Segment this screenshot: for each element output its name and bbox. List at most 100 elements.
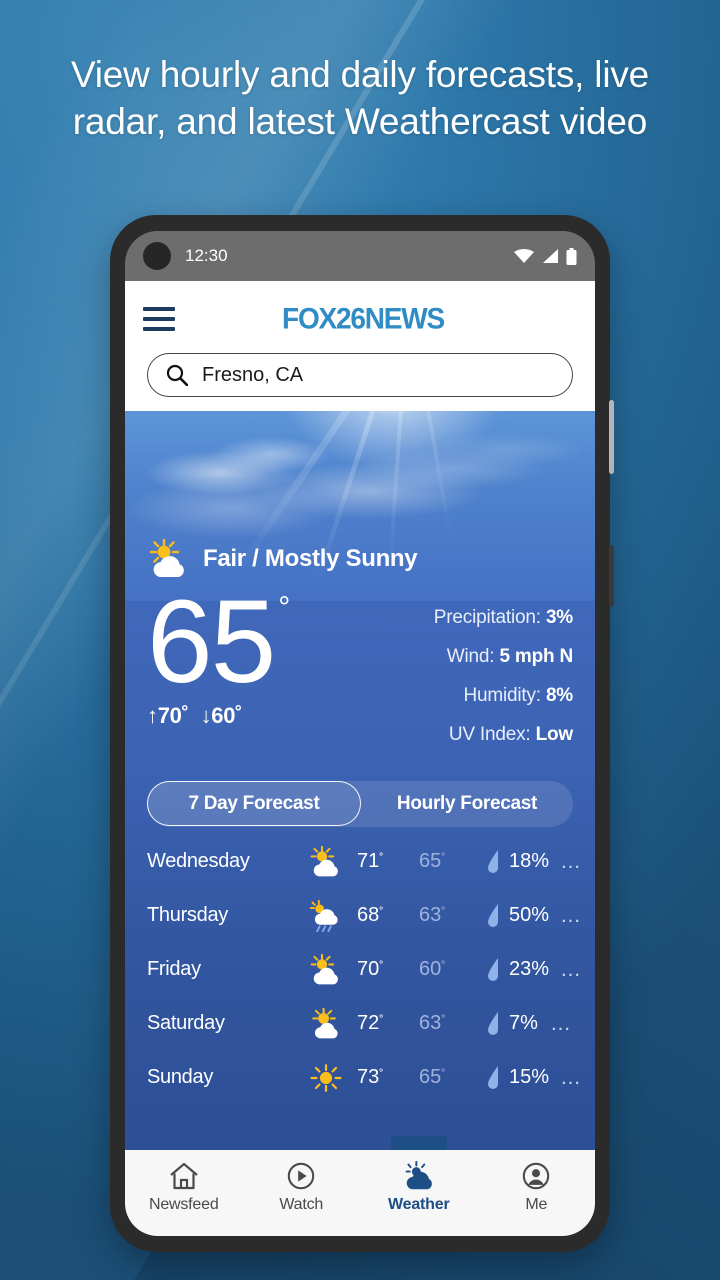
camera-cutout-icon (143, 242, 171, 270)
degree-mark: ˚ (379, 1067, 384, 1083)
degree-mark: ˚ (379, 959, 384, 975)
sun-behind-cloud-icon (310, 845, 338, 877)
tab-7-day-forecast[interactable]: 7 Day Forecast (147, 781, 361, 827)
detail-value: Low (535, 723, 574, 745)
forecast-day: Saturday (147, 1012, 225, 1035)
raindrop-icon (488, 957, 498, 981)
bottom-navigation: Newsfeed Watch Weather Me (125, 1136, 596, 1236)
nav-item-watch[interactable]: Watch (243, 1150, 361, 1214)
raindrop-icon (488, 1065, 498, 1089)
forecast-pop-value: 7% (509, 1012, 538, 1035)
forecast-low-value: 65 (419, 1066, 442, 1089)
forecast-tabs: 7 Day Forecast Hourly Forecast (147, 780, 573, 827)
forecast-low: 63˚ (419, 1012, 487, 1035)
wifi-icon (514, 249, 534, 263)
forecast-precipitation: 23% (487, 957, 549, 983)
table-row[interactable]: Friday 70˚ 60˚ 23% … (147, 943, 581, 997)
temperature-left: 65 ° ↑70˚ ↓60˚ (147, 576, 290, 729)
fox26news-logo[interactable]: FOX26NEWS (175, 302, 551, 336)
high-temperature: ↑70˚ (147, 702, 189, 728)
forecast-list: Wednesday 71˚ 65˚ 18% … Thursday 68˚ 63˚… (125, 827, 595, 1105)
sun-behind-rain-cloud-icon (309, 899, 338, 932)
row-overflow-menu[interactable]: … (549, 958, 583, 982)
account-circle-icon (523, 1162, 550, 1190)
power-button[interactable] (609, 545, 614, 607)
degree-mark: ˚ (379, 851, 384, 867)
forecast-high: 73˚ (357, 1066, 419, 1089)
degree-mark: ˚ (441, 1067, 446, 1083)
tab-hourly-forecast[interactable]: Hourly Forecast (361, 781, 573, 827)
nav-item-me[interactable]: Me (478, 1150, 596, 1214)
forecast-high: 68˚ (357, 904, 419, 927)
promo-headline: View hourly and daily forecasts, live ra… (70, 54, 650, 142)
status-time: 12:30 (185, 246, 228, 265)
forecast-precipitation: 7% (487, 1011, 539, 1037)
row-overflow-menu[interactable]: … (549, 850, 583, 874)
sun-behind-cloud-icon (312, 1007, 338, 1039)
forecast-icon (295, 899, 357, 932)
detail-precipitation: Precipitation: 3% (290, 599, 573, 638)
search-value: Fresno, CA (202, 363, 304, 386)
forecast-high: 71˚ (357, 850, 419, 873)
sun-behind-cloud-icon (149, 539, 184, 577)
forecast-low: 65˚ (419, 1066, 487, 1089)
detail-label: Humidity: (463, 684, 541, 706)
degree-mark: ˚ (379, 1013, 384, 1029)
forecast-icon (295, 1062, 357, 1094)
forecast-icon (295, 1007, 357, 1040)
app-header: FOX26NEWS Fresno, CA (125, 281, 595, 411)
forecast-low-value: 65 (419, 850, 442, 873)
table-row[interactable]: Wednesday 71˚ 65˚ 18% … (147, 835, 581, 889)
current-temperature: 65 (147, 576, 276, 708)
hamburger-menu-icon[interactable] (143, 307, 175, 331)
detail-value: 5 mph N (499, 645, 573, 667)
degree-mark: ˚ (441, 905, 446, 921)
hamburger-bar (143, 317, 175, 321)
raindrop-icon (488, 903, 498, 927)
detail-humidity: Humidity: 8% (290, 677, 573, 716)
forecast-high-value: 70 (357, 958, 380, 981)
table-row[interactable]: Thursday 68˚ 63˚ 50% … (147, 889, 581, 943)
current-details: Precipitation: 3% Wind: 5 mph N Humidity… (290, 585, 573, 755)
phone-screen: 12:30 FOX26NEWS Fresno, CA Fair / Mostly… (125, 231, 595, 1236)
nav-item-newsfeed[interactable]: Newsfeed (125, 1150, 243, 1214)
hamburger-bar (143, 327, 175, 331)
row-overflow-menu[interactable]: … (549, 904, 583, 928)
nav-item-weather[interactable]: Weather (360, 1136, 478, 1214)
table-row[interactable]: Sunday 73˚ 65˚ 15% … (147, 1051, 581, 1105)
forecast-pop-value: 18% (509, 850, 550, 873)
detail-label: Precipitation: (433, 607, 541, 628)
detail-value: 3% (545, 607, 573, 628)
sun-cloud-icon (405, 1161, 432, 1190)
table-row[interactable]: Saturday 72˚ 63˚ 7% … (147, 997, 573, 1051)
forecast-icon (295, 845, 357, 878)
forecast-precipitation: 50% (487, 903, 549, 929)
forecast-day: Thursday (147, 904, 228, 927)
weather-content: Fair / Mostly Sunny 65 ° ↑70˚ ↓60˚ Precipi… (125, 411, 595, 1150)
battery-icon (566, 247, 577, 265)
condition-text: Fair / Mostly Sunny (203, 545, 418, 572)
detail-label: Wind: (446, 645, 495, 667)
forecast-pop-value: 23% (509, 958, 550, 981)
forecast-low: 65˚ (419, 850, 487, 873)
forecast-day: Sunday (147, 1066, 214, 1089)
volume-button[interactable] (609, 400, 614, 474)
nav-label: Weather (388, 1196, 450, 1213)
raindrop-icon (488, 849, 498, 873)
forecast-precipitation: 15% (487, 1065, 549, 1091)
sun-behind-cloud-icon (310, 953, 338, 985)
row-overflow-menu[interactable]: … (549, 1066, 583, 1090)
search-input[interactable]: Fresno, CA (147, 353, 573, 397)
forecast-low-value: 63 (419, 904, 442, 927)
degree-mark: ˚ (441, 1013, 446, 1029)
forecast-high-value: 71 (357, 850, 380, 873)
detail-value: 8% (545, 684, 573, 706)
row-overflow-menu[interactable]: … (539, 1012, 573, 1036)
detail-uv-index: UV Index: Low (290, 716, 573, 755)
nav-label: Me (525, 1196, 548, 1213)
forecast-pop-value: 50% (509, 904, 550, 927)
header-row: FOX26NEWS (143, 297, 577, 341)
forecast-low: 63˚ (419, 904, 487, 927)
detail-wind: Wind: 5 mph N (290, 638, 573, 677)
status-icons (514, 247, 577, 265)
